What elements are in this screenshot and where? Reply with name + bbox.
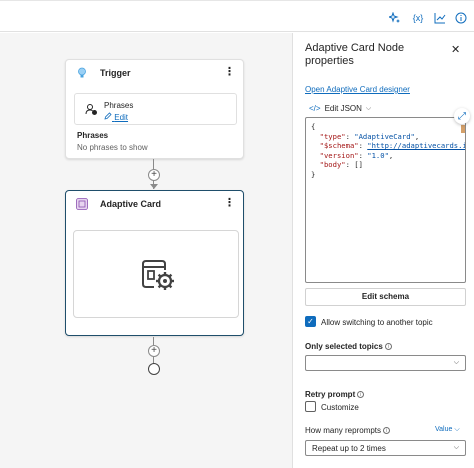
adaptive-card-node[interactable]: Adaptive Card ⋮	[65, 190, 244, 336]
retry-prompt-text: Retry prompt	[305, 390, 356, 399]
info-icon: i	[384, 343, 392, 350]
pencil-icon	[104, 112, 112, 120]
only-selected-topics-label: Only selected topics i	[305, 342, 392, 351]
json-key: "body"	[319, 160, 346, 169]
allow-switching-label: Allow switching to another topic	[321, 318, 433, 327]
card-preview	[73, 230, 239, 318]
top-toolbar: {x}	[0, 0, 474, 32]
json-key: "version"	[319, 150, 359, 160]
panel-title: Adaptive Card Node properties	[305, 42, 405, 67]
properties-panel: Adaptive Card Node properties ✕ Open Ada…	[292, 33, 474, 468]
info-icon: i	[357, 391, 365, 398]
more-options-icon[interactable]: ⋮	[224, 67, 235, 78]
reprompts-dropdown-value: Repeat up to 2 times	[312, 444, 386, 453]
retry-prompt-label: Retry prompt i	[305, 390, 365, 399]
chevron-down-icon: ⌵	[453, 359, 459, 366]
authoring-canvas[interactable]: Trigger ⋮ Phrases Edit Phrases No phrase…	[0, 33, 292, 468]
open-designer-link[interactable]: Open Adaptive Card designer	[305, 85, 410, 94]
chevron-down-icon: ⌵	[453, 444, 459, 451]
trigger-node-header: Trigger ⋮	[66, 60, 243, 86]
close-icon[interactable]: ✕	[451, 43, 460, 56]
code-icon: </>	[309, 104, 321, 113]
json-value: []	[354, 160, 363, 169]
adaptive-card-icon	[76, 198, 88, 210]
adaptive-card-node-header: Adaptive Card ⋮	[66, 191, 243, 217]
json-close-brace: }	[311, 169, 316, 179]
variables-icon[interactable]: {x}	[409, 11, 427, 25]
add-node-button[interactable]: +	[148, 345, 160, 357]
end-node	[148, 363, 160, 375]
edit-label: Edit	[114, 113, 129, 122]
analytics-icon[interactable]	[433, 11, 447, 25]
trigger-node-title: Trigger	[100, 68, 131, 78]
chevron-down-icon: ⌵	[454, 426, 460, 433]
connector-arrow	[150, 184, 158, 189]
card-settings-icon	[140, 258, 176, 294]
reprompts-dropdown[interactable]: Repeat up to 2 times ⌵	[305, 440, 466, 456]
edit-json-toggle[interactable]: </> Edit JSON ⌵	[309, 104, 371, 113]
allow-switching-checkbox[interactable]: ✓	[305, 316, 316, 327]
phrases-box-label: Phrases	[104, 101, 134, 110]
lightbulb-icon	[76, 67, 88, 79]
edit-json-label: Edit JSON	[324, 104, 362, 113]
phrases-empty-text: No phrases to show	[77, 143, 148, 152]
more-options-icon[interactable]: ⋮	[224, 198, 235, 209]
expand-icon[interactable]: ⤢	[454, 108, 470, 124]
adaptive-card-node-title: Adaptive Card	[100, 199, 162, 209]
customize-label: Customize	[321, 403, 359, 412]
sparkle-icon[interactable]	[388, 11, 402, 25]
json-open-brace: {	[311, 122, 316, 131]
json-editor[interactable]: { "type": "AdaptiveCard", "$schema": "ht…	[305, 117, 466, 283]
json-value: "1.0"	[367, 150, 389, 160]
phrases-box: Phrases Edit	[74, 93, 237, 125]
value-toggle-label: Value	[435, 426, 453, 433]
person-settings-icon	[85, 103, 98, 116]
add-node-button[interactable]: +	[148, 169, 160, 181]
edit-schema-button[interactable]: Edit schema	[305, 288, 466, 306]
topics-dropdown[interactable]: ⌵	[305, 355, 466, 371]
scroll-marker	[461, 125, 465, 133]
value-toggle[interactable]: Value ⌵	[435, 426, 460, 434]
json-key: "$schema"	[319, 141, 359, 150]
reprompts-label: How many reprompts i	[305, 426, 391, 435]
info-icon[interactable]	[454, 11, 468, 25]
variables-glyph: {x}	[412, 13, 424, 23]
only-selected-topics-text: Only selected topics	[305, 342, 383, 351]
chevron-down-icon: ⌵	[365, 104, 372, 112]
customize-checkbox[interactable]	[305, 401, 316, 412]
json-value: "AdaptiveCard"	[354, 131, 415, 141]
json-key: "type"	[319, 131, 346, 141]
phrases-heading: Phrases	[77, 131, 109, 140]
json-value-link: "http://adaptivecards.io	[367, 141, 466, 150]
edit-phrases-link[interactable]: Edit	[104, 112, 128, 122]
top-divider	[0, 0, 474, 1]
reprompts-text: How many reprompts	[305, 426, 382, 435]
info-icon: i	[383, 427, 391, 434]
